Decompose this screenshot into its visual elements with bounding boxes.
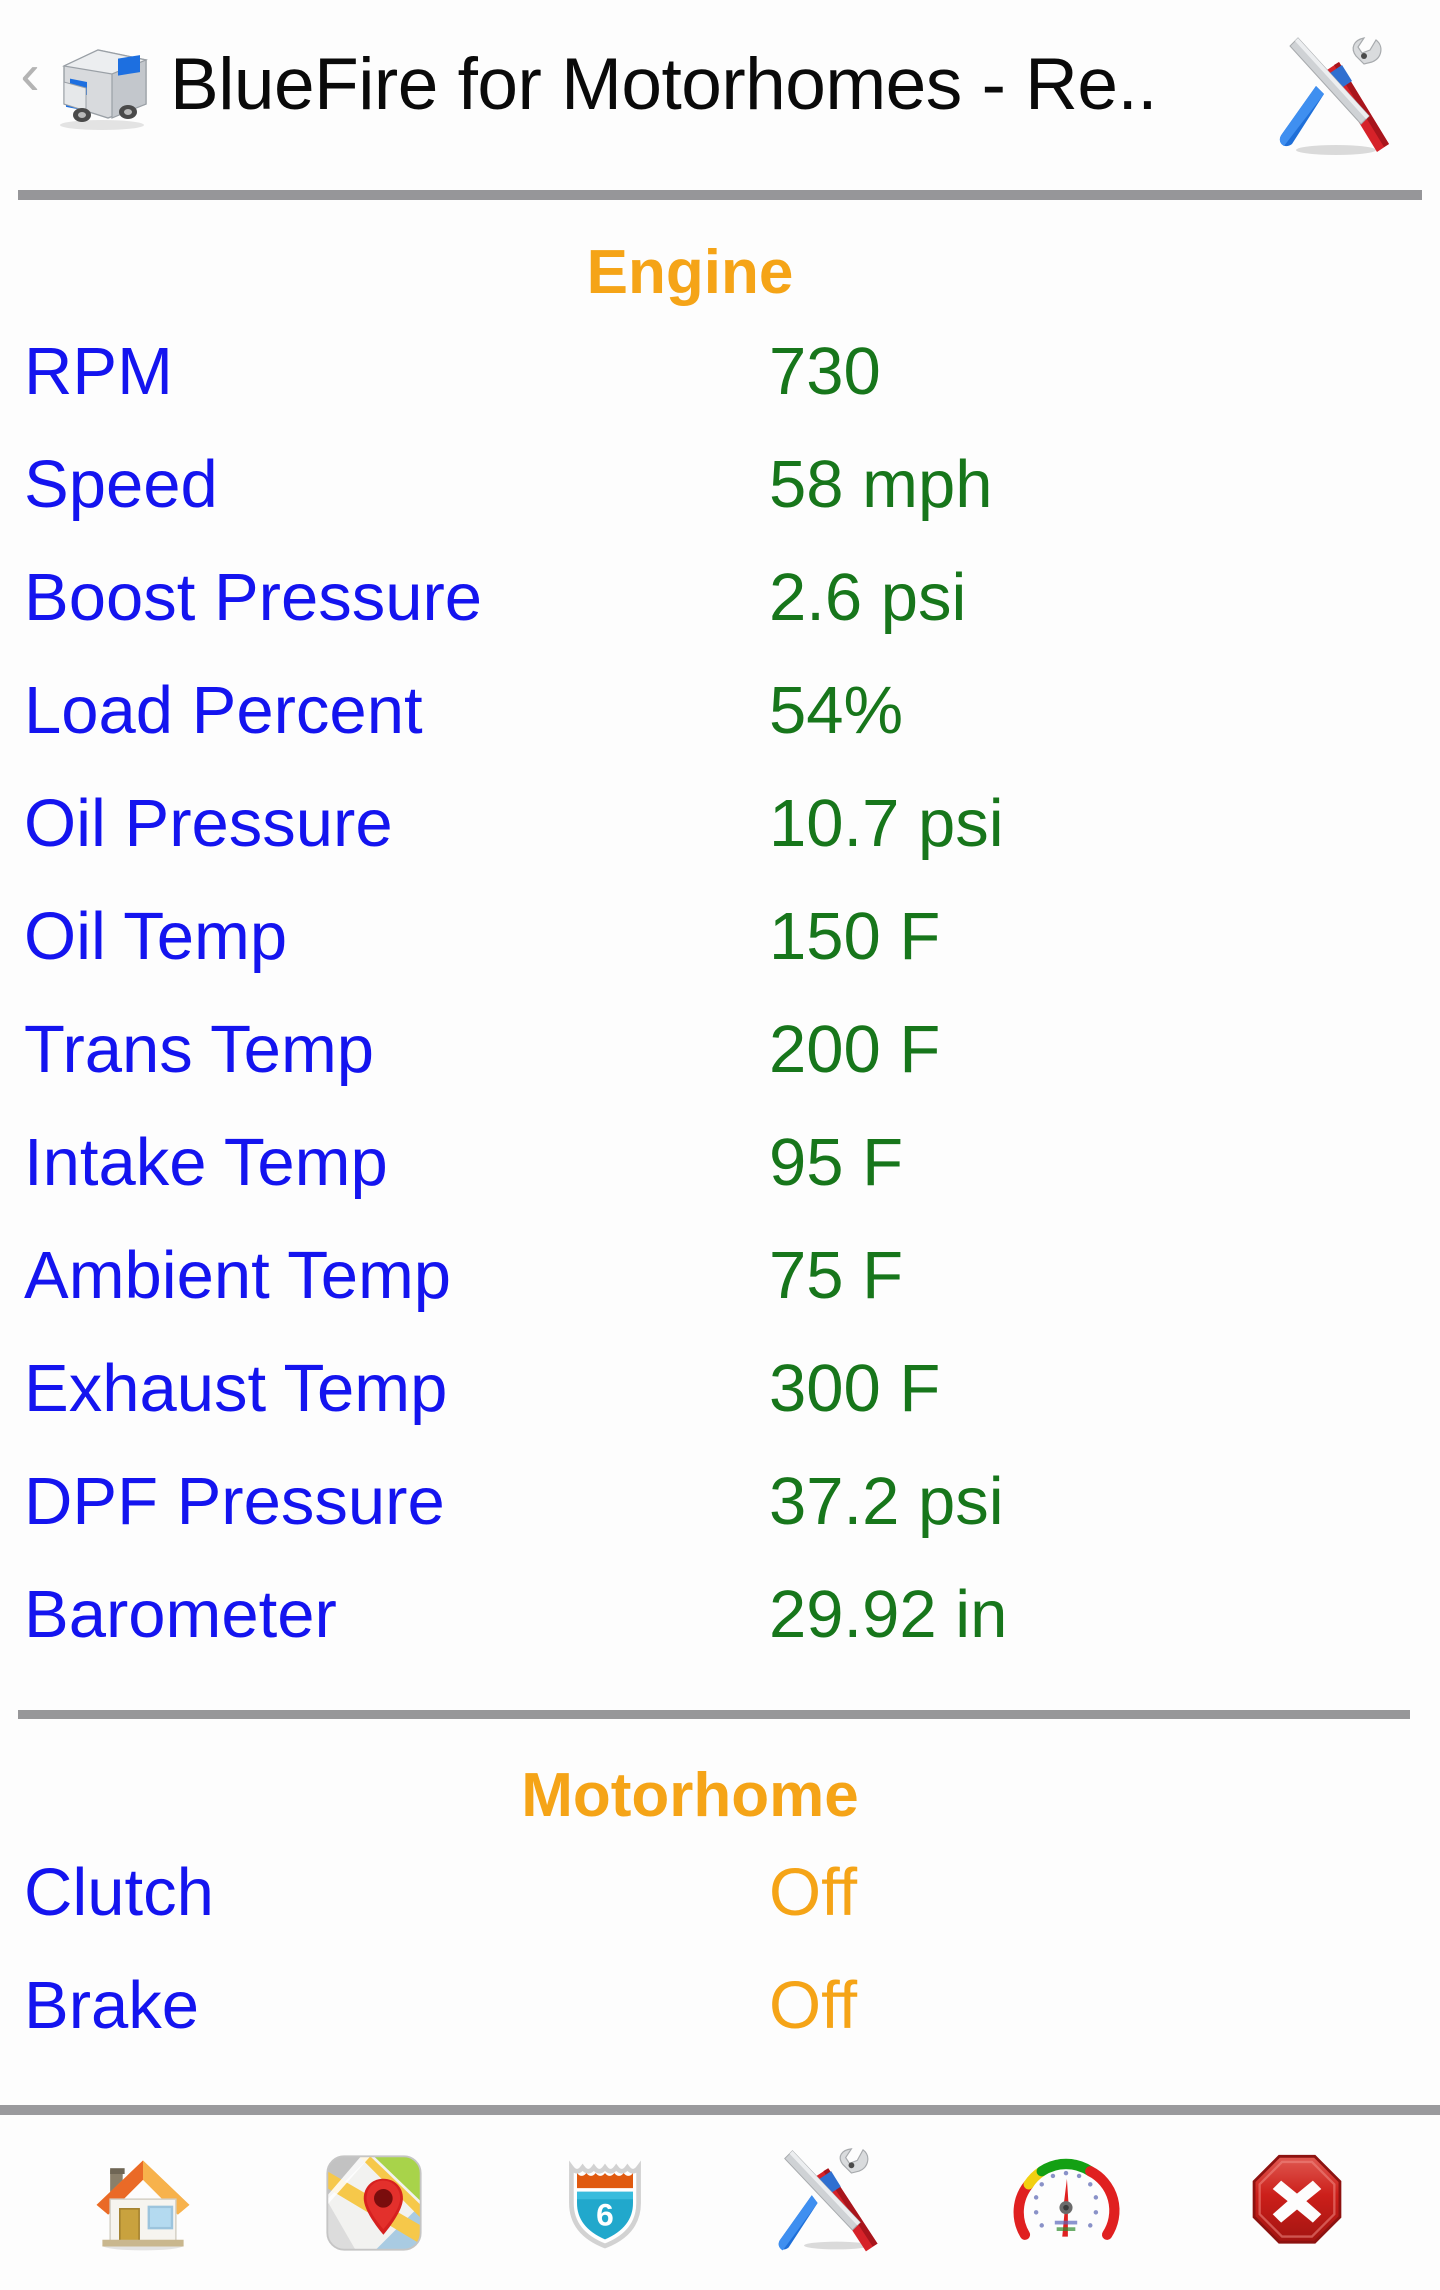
- reading-value: 58 mph: [769, 447, 993, 522]
- reading-value: 54%: [769, 673, 904, 748]
- reading-value: 29.92 in: [769, 1577, 1008, 1652]
- toolbar-divider: [0, 2105, 1440, 2115]
- reading-label: Speed: [24, 447, 218, 522]
- section-title-motorhome: Motorhome: [521, 1761, 859, 1830]
- reading-row-barometer[interactable]: Barometer 29.92 in: [24, 1581, 1416, 1694]
- reading-row-trans-temp[interactable]: Trans Temp 200 F: [24, 1016, 1416, 1129]
- reading-value: Off: [769, 1968, 858, 2043]
- reading-label: Oil Pressure: [24, 786, 393, 861]
- reading-row-oil-temp[interactable]: Oil Temp 150 F: [24, 903, 1416, 1016]
- reading-value: 95 F: [769, 1125, 904, 1200]
- reading-label: RPM: [24, 334, 173, 409]
- reading-value: Off: [769, 1855, 858, 1930]
- reading-row-exhaust-temp[interactable]: Exhaust Temp 300 F: [24, 1355, 1416, 1468]
- reading-label: Load Percent: [24, 673, 423, 748]
- home-icon[interactable]: [83, 2143, 203, 2263]
- reading-row-rpm[interactable]: RPM 730: [24, 338, 1416, 451]
- reading-row-boost-pressure[interactable]: Boost Pressure 2.6 psi: [24, 564, 1416, 677]
- reading-label: Oil Temp: [24, 899, 288, 974]
- tools-screwdriver-wrench-icon[interactable]: [1240, 24, 1430, 164]
- readings-content: Engine RPM 730 Speed 58 mph Boost Pressu…: [0, 200, 1440, 2105]
- reading-row-ambient-temp[interactable]: Ambient Temp 75 F: [24, 1242, 1416, 1355]
- reading-value: 37.2 psi: [769, 1464, 1004, 1539]
- reading-value: 10.7 psi: [769, 786, 1004, 861]
- reading-value: 200 F: [769, 1012, 941, 1087]
- reading-row-speed[interactable]: Speed 58 mph: [24, 451, 1416, 564]
- highway-shield-icon[interactable]: 6: [545, 2143, 665, 2263]
- reading-row-oil-pressure[interactable]: Oil Pressure 10.7 psi: [24, 790, 1416, 903]
- header-divider: [18, 190, 1422, 200]
- stop-close-icon[interactable]: [1237, 2143, 1357, 2263]
- reading-value: 730: [769, 334, 881, 409]
- reading-label: Brake: [24, 1968, 200, 2043]
- gauge-icon[interactable]: [1006, 2143, 1126, 2263]
- reading-row-intake-temp[interactable]: Intake Temp 95 F: [24, 1129, 1416, 1242]
- map-pin-icon[interactable]: [314, 2143, 434, 2263]
- shield-number: 6: [596, 2196, 614, 2232]
- page-title: BlueFire for Motorhomes - Re..: [170, 46, 1158, 124]
- app-root: ‹ BlueFire for Motorhomes - Re.. Engine …: [0, 0, 1440, 2290]
- reading-label: Intake Temp: [24, 1125, 388, 1200]
- reading-value: 300 F: [769, 1351, 941, 1426]
- reading-row-dpf-pressure[interactable]: DPF Pressure 37.2 psi: [24, 1468, 1416, 1581]
- motorhome-rv-icon[interactable]: [46, 30, 156, 135]
- reading-value: 150 F: [769, 899, 941, 974]
- reading-label: Exhaust Temp: [24, 1351, 448, 1426]
- section-divider: [18, 1710, 1410, 1719]
- reading-label: Barometer: [24, 1577, 337, 1652]
- reading-label: Ambient Temp: [24, 1238, 452, 1313]
- reading-label: Trans Temp: [24, 1012, 375, 1087]
- reading-label: Boost Pressure: [24, 560, 483, 635]
- reading-row-load-percent[interactable]: Load Percent 54%: [24, 677, 1416, 790]
- reading-label: DPF Pressure: [24, 1464, 445, 1539]
- reading-value: 2.6 psi: [769, 560, 967, 635]
- reading-value: 75 F: [769, 1238, 904, 1313]
- section-title-engine: Engine: [586, 238, 794, 307]
- reading-row-clutch[interactable]: Clutch Off: [24, 1859, 1416, 1972]
- bottom-toolbar: 6: [0, 2115, 1440, 2290]
- tools-screwdriver-wrench-icon[interactable]: [775, 2143, 895, 2263]
- reading-row-brake[interactable]: Brake Off: [24, 1972, 1416, 2085]
- app-header: ‹ BlueFire for Motorhomes - Re..: [0, 0, 1440, 190]
- reading-label: Clutch: [24, 1855, 214, 1930]
